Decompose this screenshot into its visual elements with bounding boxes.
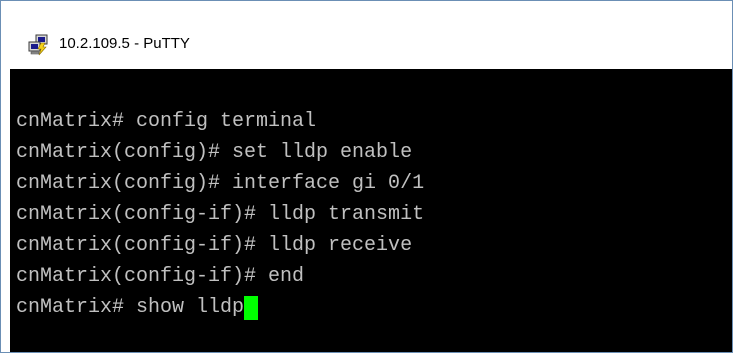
terminal-cursor	[244, 296, 259, 320]
terminal-line: cnMatrix(config-if)# lldp receive	[16, 234, 413, 257]
terminal-current-input: cnMatrix# show lldp	[16, 296, 245, 319]
terminal-line: cnMatrix# config terminal	[16, 110, 317, 133]
putty-window: 10.2.109.5 - PuTTY cnMatrix# config term…	[0, 0, 733, 353]
terminal-prompt-line[interactable]: cnMatrix# show lldp	[16, 295, 259, 321]
title-bar[interactable]: 10.2.109.5 - PuTTY	[1, 1, 732, 69]
terminal-line: cnMatrix(config-if)# end	[16, 265, 305, 288]
terminal-screen[interactable]: cnMatrix# config terminal cnMatrix(confi…	[10, 69, 732, 352]
window-title: 10.2.109.5 - PuTTY	[59, 35, 190, 52]
putty-icon[interactable]	[27, 34, 49, 56]
terminal-line: cnMatrix(config)# set lldp enable	[16, 141, 413, 164]
terminal-line: cnMatrix(config)# interface gi 0/1	[16, 172, 425, 195]
terminal-line: cnMatrix(config-if)# lldp transmit	[16, 203, 425, 226]
